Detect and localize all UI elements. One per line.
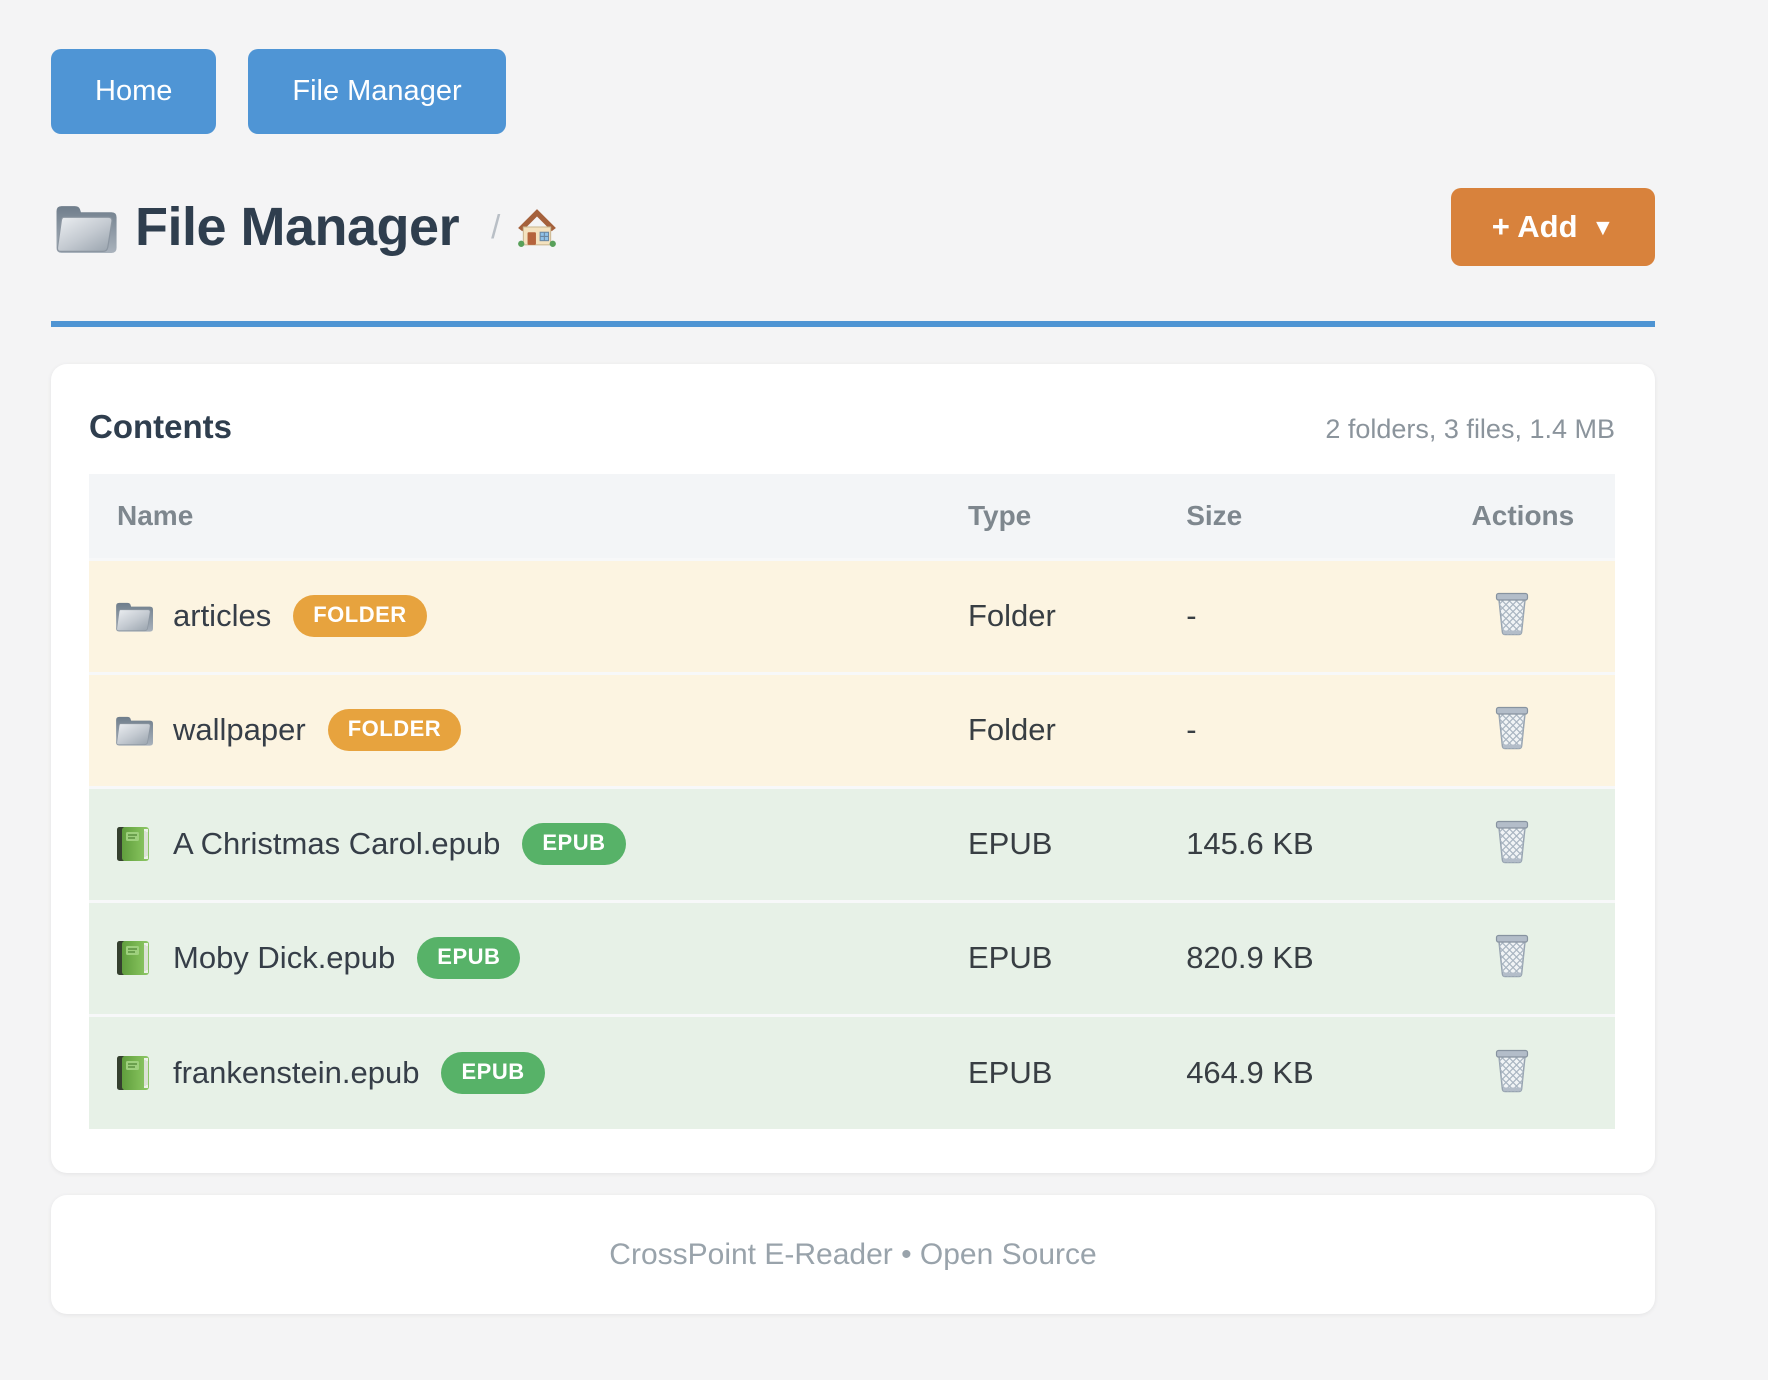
- actions-cell: [1472, 901, 1615, 1015]
- book-icon: [113, 939, 153, 977]
- column-header-type: Type: [968, 474, 1186, 559]
- folder-link[interactable]: articles FOLDER: [113, 595, 968, 637]
- trash-icon: [1492, 1047, 1532, 1094]
- folder-badge: FOLDER: [328, 709, 461, 751]
- footer-text: CrossPoint E-Reader • Open Source: [609, 1238, 1096, 1272]
- card-header: Contents 2 folders, 3 files, 1.4 MB: [89, 408, 1615, 446]
- nav-file-manager-button[interactable]: File Manager: [248, 49, 505, 134]
- epub-badge: EPUB: [522, 823, 625, 865]
- file-link[interactable]: Moby Dick.epub EPUB: [113, 937, 968, 979]
- item-name: articles: [173, 598, 271, 634]
- folder-link[interactable]: wallpaper FOLDER: [113, 709, 968, 751]
- title-group: File Manager /: [51, 196, 1451, 258]
- trash-icon: [1492, 590, 1532, 637]
- table-row-wallpaper: wallpaper FOLDER Folder -: [89, 673, 1615, 787]
- type-cell: Folder: [968, 673, 1186, 787]
- book-icon: [113, 825, 153, 863]
- page-title: File Manager: [135, 196, 459, 258]
- table-body: articles FOLDER Folder -: [89, 559, 1615, 1129]
- size-cell: 464.9 KB: [1186, 1015, 1471, 1129]
- add-button[interactable]: + Add ▼: [1451, 188, 1655, 266]
- house-icon: [516, 206, 558, 248]
- epub-badge: EPUB: [417, 937, 520, 979]
- table-row-articles: articles FOLDER Folder -: [89, 559, 1615, 673]
- folder-icon: [51, 199, 117, 256]
- item-name: A Christmas Carol.epub: [173, 826, 500, 862]
- name-cell: frankenstein.epub EPUB: [89, 1015, 968, 1129]
- size-cell: -: [1186, 559, 1471, 673]
- contents-heading: Contents: [89, 408, 1325, 446]
- nav-home-button[interactable]: Home: [51, 49, 216, 134]
- name-cell: wallpaper FOLDER: [89, 673, 968, 787]
- name-cell: A Christmas Carol.epub EPUB: [89, 787, 968, 901]
- delete-button[interactable]: [1492, 1047, 1532, 1094]
- size-cell: 145.6 KB: [1186, 787, 1471, 901]
- epub-badge: EPUB: [441, 1052, 544, 1094]
- table-row-moby-dick: Moby Dick.epub EPUB EPUB 820.9 KB: [89, 901, 1615, 1015]
- top-nav: Home File Manager: [51, 0, 1655, 134]
- delete-button[interactable]: [1492, 590, 1532, 637]
- page: Home File Manager File Manager / + Add ▼…: [51, 0, 1655, 1314]
- actions-cell: [1472, 1015, 1615, 1129]
- column-header-name: Name: [89, 474, 968, 559]
- table-header-row: Name Type Size Actions: [89, 474, 1615, 559]
- trash-icon: [1492, 704, 1532, 751]
- trash-icon: [1492, 818, 1532, 865]
- footer-card: CrossPoint E-Reader • Open Source: [51, 1195, 1655, 1314]
- actions-cell: [1472, 559, 1615, 673]
- file-table: Name Type Size Actions articles FOLDER: [89, 474, 1615, 1129]
- item-name: Moby Dick.epub: [173, 940, 395, 976]
- chevron-down-icon: ▼: [1592, 214, 1615, 241]
- file-link[interactable]: A Christmas Carol.epub EPUB: [113, 823, 968, 865]
- type-cell: EPUB: [968, 901, 1186, 1015]
- add-button-label: + Add: [1492, 209, 1578, 245]
- page-header: File Manager / + Add ▼: [51, 188, 1655, 266]
- size-cell: 820.9 KB: [1186, 901, 1471, 1015]
- folder-icon: [113, 597, 153, 635]
- delete-button[interactable]: [1492, 932, 1532, 979]
- table-header: Name Type Size Actions: [89, 474, 1615, 559]
- actions-cell: [1472, 787, 1615, 901]
- trash-icon: [1492, 932, 1532, 979]
- column-header-size: Size: [1186, 474, 1471, 559]
- item-name: wallpaper: [173, 712, 306, 748]
- name-cell: Moby Dick.epub EPUB: [89, 901, 968, 1015]
- table-row-christmas-carol: A Christmas Carol.epub EPUB EPUB 145.6 K…: [89, 787, 1615, 901]
- contents-card: Contents 2 folders, 3 files, 1.4 MB Name…: [51, 364, 1655, 1173]
- title-divider: [51, 321, 1655, 327]
- book-icon: [113, 1054, 153, 1092]
- name-cell: articles FOLDER: [89, 559, 968, 673]
- column-header-actions: Actions: [1472, 474, 1615, 559]
- actions-cell: [1472, 673, 1615, 787]
- type-cell: EPUB: [968, 787, 1186, 901]
- type-cell: Folder: [968, 559, 1186, 673]
- delete-button[interactable]: [1492, 704, 1532, 751]
- delete-button[interactable]: [1492, 818, 1532, 865]
- breadcrumb-home-link[interactable]: [516, 206, 558, 248]
- folder-icon: [113, 711, 153, 749]
- file-link[interactable]: frankenstein.epub EPUB: [113, 1052, 968, 1094]
- breadcrumb-separator: /: [491, 208, 500, 246]
- folder-badge: FOLDER: [293, 595, 426, 637]
- table-row-frankenstein: frankenstein.epub EPUB EPUB 464.9 KB: [89, 1015, 1615, 1129]
- size-cell: -: [1186, 673, 1471, 787]
- contents-summary: 2 folders, 3 files, 1.4 MB: [1325, 414, 1615, 445]
- type-cell: EPUB: [968, 1015, 1186, 1129]
- item-name: frankenstein.epub: [173, 1055, 419, 1091]
